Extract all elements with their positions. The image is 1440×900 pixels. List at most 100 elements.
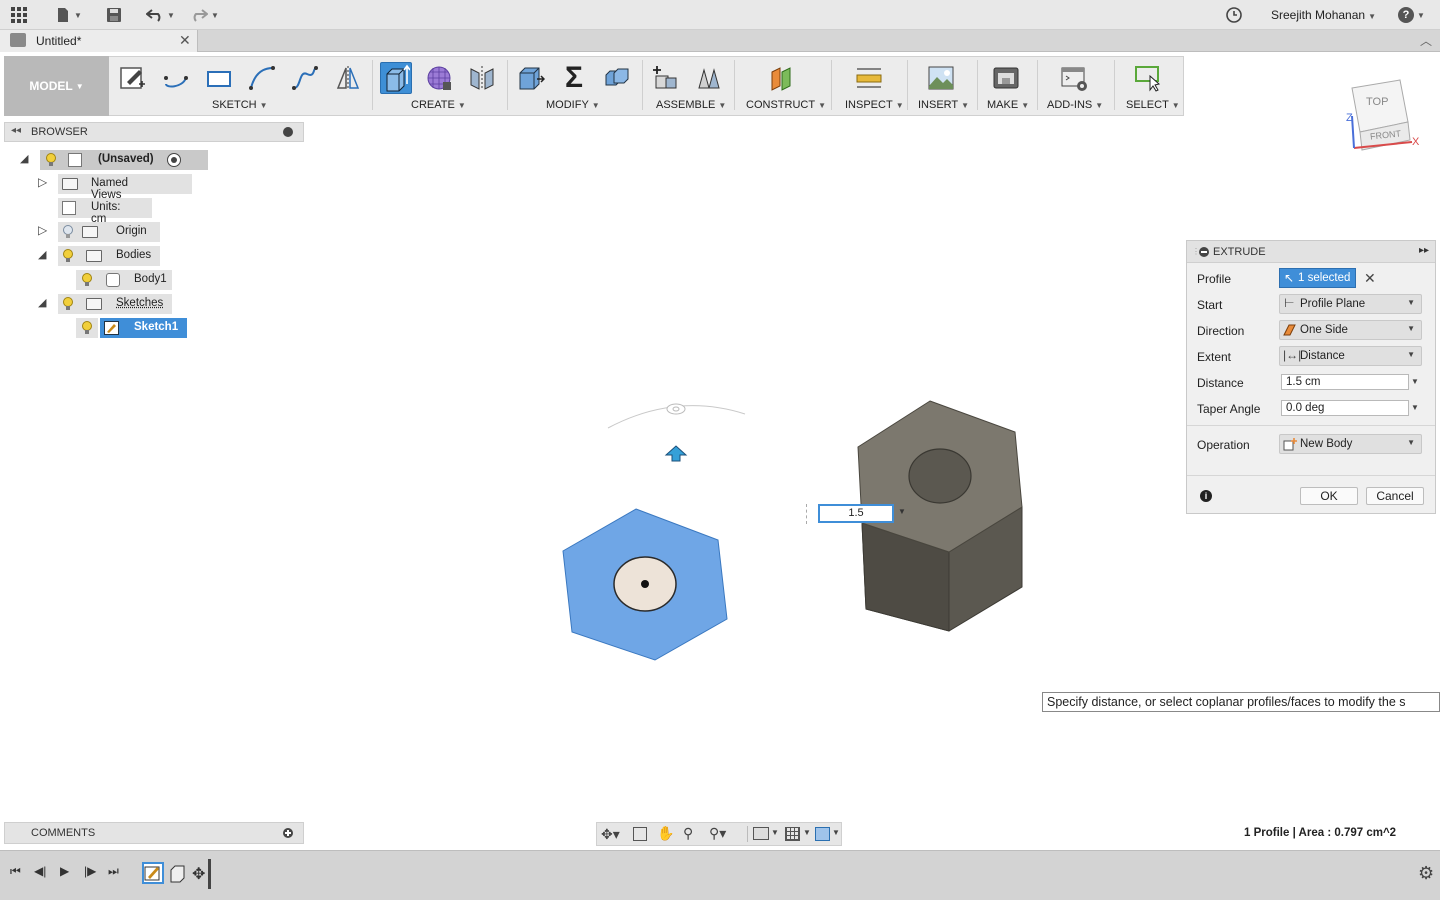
- collapse-triangle-icon[interactable]: ◢: [38, 248, 46, 261]
- new-component-icon[interactable]: [650, 62, 682, 94]
- expand-dialog-icon[interactable]: ▸▸: [1419, 245, 1429, 256]
- collapse-dialog-icon[interactable]: [1199, 247, 1209, 257]
- extrude-tool-icon[interactable]: [380, 62, 412, 94]
- press-pull-icon[interactable]: [515, 62, 547, 94]
- joint-icon[interactable]: [693, 62, 725, 94]
- chevron-down-icon[interactable]: ▼: [1411, 403, 1419, 412]
- visibility-bulb-icon[interactable]: [62, 249, 74, 263]
- visibility-bulb-off-icon[interactable]: [62, 225, 74, 239]
- visibility-bulb-icon[interactable]: [45, 153, 57, 167]
- timeline-extrude-feature[interactable]: [169, 863, 187, 883]
- expand-triangle-icon[interactable]: ▷: [38, 175, 47, 189]
- viewports-icon[interactable]: [815, 827, 830, 841]
- display-settings-icon[interactable]: [753, 827, 769, 840]
- timeline-settings-gear-icon[interactable]: ⚙: [1418, 863, 1434, 884]
- spline-tool-icon[interactable]: [289, 62, 321, 94]
- browser-panel-header[interactable]: ◂◂ BROWSER: [4, 122, 304, 142]
- workspace-switcher[interactable]: MODEL ▼: [4, 56, 109, 116]
- direction-select[interactable]: One Side ▼: [1279, 320, 1422, 340]
- step-forward-icon[interactable]: |▶: [84, 864, 96, 878]
- distance-input[interactable]: 1.5 cm: [1281, 374, 1409, 390]
- help-menu[interactable]: ? ▼: [1398, 5, 1425, 25]
- profile-selection-button[interactable]: ↖ 1 selected: [1279, 268, 1356, 288]
- compute-all-sigma-icon[interactable]: Σ: [558, 62, 590, 94]
- measure-icon[interactable]: [853, 62, 885, 94]
- collapse-toolbar-icon[interactable]: ︿: [1420, 32, 1432, 49]
- scripts-addins-icon[interactable]: [1058, 62, 1090, 94]
- step-back-icon[interactable]: ◀|: [34, 864, 46, 878]
- chevron-down-icon[interactable]: ▼: [771, 828, 779, 837]
- visibility-bulb-icon[interactable]: [81, 273, 93, 287]
- insert-image-icon[interactable]: [925, 62, 957, 94]
- form-tool-icon[interactable]: [423, 62, 455, 94]
- pan-hand-icon[interactable]: ✋: [657, 825, 674, 842]
- close-tab-icon[interactable]: ✕: [179, 32, 191, 49]
- comments-panel-header[interactable]: COMMENTS: [4, 822, 304, 844]
- assemble-group-menu[interactable]: ASSEMBLE ▼: [656, 99, 726, 111]
- expand-triangle-icon[interactable]: ▷: [38, 223, 47, 237]
- redo-icon[interactable]: ▼: [190, 5, 219, 25]
- create-sketch-icon[interactable]: [117, 62, 149, 94]
- extent-select[interactable]: |↔| Distance ▼: [1279, 346, 1422, 366]
- extrude-dialog-header[interactable]: ⋮ EXTRUDE ▸▸: [1187, 241, 1435, 263]
- distance-manipulator-input[interactable]: 1.5: [818, 504, 894, 523]
- modify-group-menu[interactable]: MODIFY ▼: [546, 99, 600, 111]
- line-tool-icon[interactable]: [160, 62, 192, 94]
- save-icon[interactable]: [106, 5, 122, 25]
- insert-group-menu[interactable]: INSERT ▼: [918, 99, 969, 111]
- taper-angle-input[interactable]: 0.0 deg: [1281, 400, 1409, 416]
- addins-group-menu[interactable]: ADD-INS ▼: [1047, 99, 1103, 111]
- timeline-sketch-feature[interactable]: [142, 862, 164, 884]
- visibility-bulb-icon[interactable]: [62, 297, 74, 311]
- chevron-down-icon[interactable]: ▼: [832, 828, 840, 837]
- cancel-button[interactable]: Cancel: [1366, 487, 1424, 505]
- collapse-triangle-icon[interactable]: ◢: [20, 152, 28, 165]
- operation-select[interactable]: New Body ▼: [1279, 434, 1422, 454]
- arc-tool-icon[interactable]: [246, 62, 278, 94]
- chevron-down-icon[interactable]: ▼: [803, 828, 811, 837]
- inspect-group-menu[interactable]: INSPECT ▼: [845, 99, 904, 111]
- extrude-direction-arrow[interactable]: [664, 445, 688, 462]
- activate-radio-icon[interactable]: [167, 153, 181, 167]
- rotation-handle[interactable]: [666, 403, 686, 415]
- undo-icon[interactable]: ▼: [146, 5, 175, 25]
- browser-pin-icon[interactable]: [283, 127, 293, 137]
- mirror-tool-icon[interactable]: [332, 62, 364, 94]
- timeline-marker[interactable]: [208, 859, 211, 889]
- fit-zoom-icon[interactable]: ⚲▾: [709, 825, 726, 842]
- document-tab[interactable]: Untitled* ✕: [0, 30, 198, 52]
- view-cube[interactable]: TOP FRONT X Z: [1340, 70, 1430, 160]
- create-group-menu[interactable]: CREATE ▼: [411, 99, 466, 111]
- zoom-icon[interactable]: ⚲: [683, 825, 693, 842]
- grid-settings-icon[interactable]: [785, 827, 800, 841]
- combine-icon[interactable]: [601, 62, 633, 94]
- user-account-menu[interactable]: Sreejith Mohanan ▼: [1271, 8, 1376, 22]
- job-status-clock-icon[interactable]: [1226, 5, 1242, 25]
- ok-button[interactable]: OK: [1300, 487, 1358, 505]
- info-icon[interactable]: i: [1200, 490, 1212, 502]
- chevron-down-icon[interactable]: ▼: [898, 507, 906, 516]
- make-group-menu[interactable]: MAKE ▼: [987, 99, 1029, 111]
- collapse-panel-icon[interactable]: ◂◂: [11, 125, 21, 136]
- create-mirror-icon[interactable]: [466, 62, 498, 94]
- clear-selection-icon[interactable]: ✕: [1364, 270, 1376, 287]
- start-select[interactable]: ⊢ Profile Plane ▼: [1279, 294, 1422, 314]
- go-to-start-icon[interactable]: ⏮: [10, 864, 21, 879]
- 3d-print-icon[interactable]: [990, 62, 1022, 94]
- sketch-group-menu[interactable]: SKETCH ▼: [212, 99, 268, 111]
- add-comment-icon[interactable]: [283, 828, 293, 838]
- select-group-menu[interactable]: SELECT ▼: [1126, 99, 1180, 111]
- orbit-icon[interactable]: ✥▾: [601, 826, 620, 843]
- play-icon[interactable]: ▶: [60, 864, 69, 878]
- visibility-bulb-icon[interactable]: [81, 321, 93, 335]
- rectangle-tool-icon[interactable]: [203, 62, 235, 94]
- offset-plane-icon[interactable]: [767, 62, 799, 94]
- look-at-icon[interactable]: [633, 827, 647, 841]
- go-to-end-icon[interactable]: ⏭: [108, 864, 119, 879]
- timeline-move-feature-icon[interactable]: ✥: [192, 864, 205, 884]
- select-tool-icon[interactable]: [1132, 62, 1164, 94]
- app-grid-icon[interactable]: [10, 5, 28, 25]
- collapse-triangle-icon[interactable]: ◢: [38, 296, 46, 309]
- file-menu-icon[interactable]: ▼: [55, 5, 82, 25]
- construct-group-menu[interactable]: CONSTRUCT ▼: [746, 99, 826, 111]
